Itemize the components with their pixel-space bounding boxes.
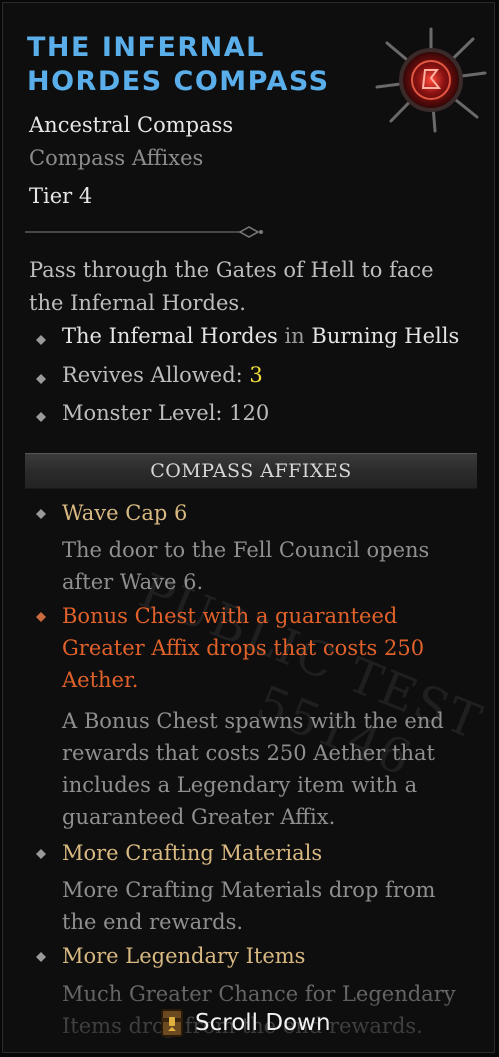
diamond-bullet-icon bbox=[36, 509, 46, 519]
diamond-bullet-icon bbox=[36, 612, 46, 622]
affix-name-line: Bonus Chest with a guaranteed bbox=[62, 604, 398, 628]
scroll-chest-icon bbox=[161, 1009, 183, 1037]
section-header-compass-affixes: Compass Affixes bbox=[25, 453, 477, 489]
scroll-down-label: Scroll Down bbox=[195, 1010, 331, 1036]
affix-desc-line: guaranteed Greater Affix. bbox=[62, 805, 336, 829]
description-line1: Pass through the Gates of Hell to face bbox=[29, 258, 434, 282]
affix-desc-line: A Bonus Chest spawns with the end bbox=[62, 709, 444, 733]
revives-label: Revives Allowed: bbox=[62, 363, 243, 387]
monster-level-value: 120 bbox=[229, 401, 270, 425]
destination-connector: in bbox=[284, 324, 305, 348]
affix-name: More Crafting Materials bbox=[62, 841, 323, 865]
infernal-compass-icon bbox=[375, 27, 487, 133]
affix-description: More Crafting Materials drop from the en… bbox=[62, 874, 472, 938]
item-description: Pass through the Gates of Hell to face t… bbox=[29, 254, 479, 320]
diamond-bullet-icon bbox=[36, 952, 46, 962]
diamond-bullet-icon bbox=[36, 412, 46, 422]
divider bbox=[25, 226, 263, 238]
affix-desc-line: after Wave 6. bbox=[62, 570, 204, 594]
affix-name: Bonus Chest with a guaranteed Greater Af… bbox=[62, 600, 424, 696]
affix-desc-line: rewards that costs 250 Aether that bbox=[62, 741, 435, 765]
description-line2: the Infernal Hordes. bbox=[29, 291, 246, 315]
item-type: Ancestral Compass bbox=[29, 113, 234, 137]
item-title-line1: The Infernal bbox=[27, 32, 265, 63]
property-monster-level: Monster Level: 120 bbox=[62, 401, 269, 425]
property-destination: The Infernal Hordes in Burning Hells bbox=[62, 324, 459, 348]
affix-desc-line: More Crafting Materials drop from bbox=[62, 878, 436, 902]
item-tooltip: The Infernal Hordes Compass Ancestral Co… bbox=[2, 2, 495, 1053]
affix-name-line: Aether. bbox=[62, 668, 139, 692]
item-title-line2: Hordes Compass bbox=[27, 66, 330, 97]
diamond-bullet-icon bbox=[36, 374, 46, 384]
affix-name-line: Greater Affix drops that costs 250 bbox=[62, 636, 425, 660]
affix-description: The door to the Fell Council opens after… bbox=[62, 534, 472, 598]
item-tier: Tier 4 bbox=[29, 184, 93, 208]
affix-desc-line: includes a Legendary item with a bbox=[62, 773, 418, 797]
item-title: The Infernal Hordes Compass bbox=[27, 31, 387, 99]
destination-name: The Infernal Hordes bbox=[62, 324, 278, 348]
diamond-bullet-icon bbox=[36, 849, 46, 859]
monster-level-label: Monster Level: bbox=[62, 401, 223, 425]
affix-name: Wave Cap 6 bbox=[62, 501, 188, 525]
item-affix-kind: Compass Affixes bbox=[29, 146, 204, 170]
property-revives: Revives Allowed: 3 bbox=[62, 363, 263, 387]
region-name: Burning Hells bbox=[311, 324, 460, 348]
affix-desc-line: The door to the Fell Council opens bbox=[62, 538, 430, 562]
diamond-bullet-icon bbox=[36, 335, 46, 345]
revives-value: 3 bbox=[249, 363, 263, 387]
affix-desc-line: the end rewards. bbox=[62, 910, 244, 934]
affix-name: More Legendary Items bbox=[62, 944, 306, 968]
scroll-down-hint[interactable]: Scroll Down bbox=[159, 1006, 331, 1040]
affix-description: A Bonus Chest spawns with the end reward… bbox=[62, 705, 472, 833]
